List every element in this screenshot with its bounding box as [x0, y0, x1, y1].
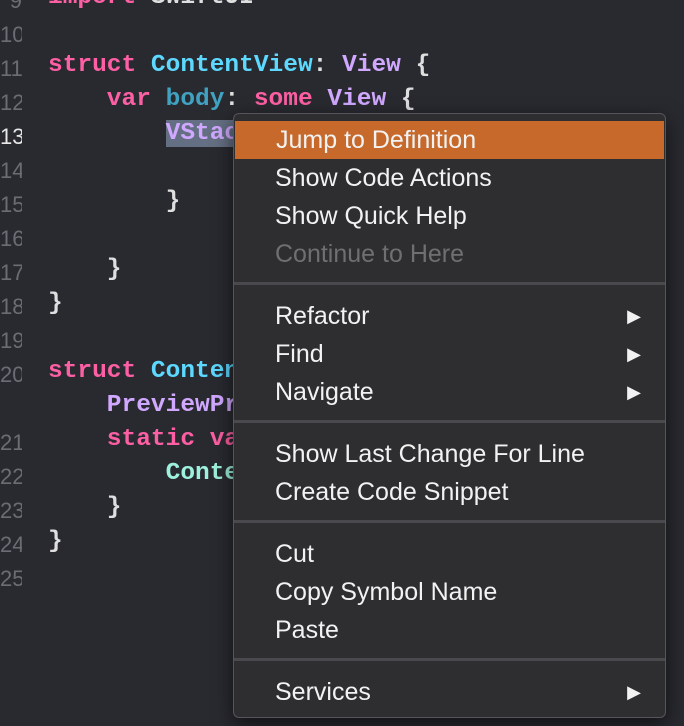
code-token: :	[312, 52, 343, 79]
code-line: VStack	[48, 120, 254, 147]
menu-item-label: Jump to Definition	[276, 126, 477, 154]
code-token: var	[48, 86, 151, 113]
line-number: 10	[0, 22, 22, 47]
line-number: 15	[0, 192, 22, 217]
code-token: ContentView	[150, 52, 313, 79]
menu-item-paste[interactable]: Paste	[234, 611, 665, 649]
menu-item-label: Show Code Actions	[275, 164, 492, 192]
menu-separator	[234, 282, 665, 285]
line-number: 19	[0, 328, 22, 353]
menu-item-label: Services	[275, 678, 371, 706]
menu-item-label: Copy Symbol Name	[275, 578, 498, 606]
menu-item-create-code-snippet[interactable]: Create Code Snippet	[234, 473, 665, 511]
code-token: struct	[48, 358, 137, 385]
menu-item-show-quick-help[interactable]: Show Quick Help	[234, 197, 665, 235]
line-number: 23	[0, 498, 22, 523]
line-number: 18	[0, 294, 22, 319]
code-line: static var	[48, 426, 254, 453]
code-token: View	[342, 52, 401, 79]
menu-item-continue-to-here: Continue to Here	[234, 235, 665, 273]
code-token: }	[48, 290, 63, 317]
menu-item-copy-symbol-name[interactable]: Copy Symbol Name	[234, 573, 665, 611]
code-token: }	[48, 494, 122, 521]
code-line: import SwiftUI	[48, 0, 254, 11]
menu-item-label: Paste	[275, 616, 339, 644]
menu-item-cut[interactable]: Cut	[234, 535, 665, 573]
code-token: static	[48, 426, 196, 453]
menu-item-label: Create Code Snippet	[275, 478, 509, 506]
line-number: 16	[0, 226, 22, 251]
code-line: }	[48, 256, 122, 283]
menu-item-label: Show Last Change For Line	[275, 440, 585, 468]
code-line: }	[48, 188, 181, 215]
menu-item-find[interactable]: Find ▶	[234, 335, 665, 373]
code-token: View	[327, 86, 387, 113]
code-token: SwiftUI	[136, 0, 254, 11]
code-line: }	[48, 290, 63, 317]
code-token: }	[48, 528, 63, 555]
line-number: 13	[0, 124, 22, 149]
code-token: {	[400, 52, 431, 79]
code-token: some	[253, 86, 313, 113]
menu-item-show-code-actions[interactable]: Show Code Actions	[234, 159, 665, 197]
code-token: import	[48, 0, 136, 11]
menu-separator	[234, 420, 665, 423]
submenu-arrow-icon: ▶	[627, 306, 641, 326]
line-number: 25	[0, 566, 22, 591]
code-token: }	[48, 188, 181, 215]
code-token: {	[386, 86, 416, 113]
code-line: }	[48, 528, 63, 555]
menu-item-label: Continue to Here	[275, 240, 465, 268]
context-menu: Jump to Definition Show Code Actions Show …	[233, 113, 666, 718]
code-token: :	[224, 86, 254, 113]
menu-item-label: Cut	[275, 540, 314, 568]
code-token: body	[165, 86, 225, 113]
submenu-arrow-icon: ▶	[627, 682, 641, 702]
line-number: 11	[0, 56, 22, 81]
menu-item-label: Find	[275, 340, 324, 368]
line-number: 21	[0, 430, 22, 455]
menu-item-navigate[interactable]: Navigate ▶	[234, 373, 665, 411]
menu-item-label: Navigate	[275, 378, 374, 406]
code-line: struct ContentView: View {	[48, 52, 430, 79]
line-number: 22	[0, 464, 22, 489]
line-number: 24	[0, 532, 22, 557]
code-token: }	[48, 256, 122, 283]
line-number: 14	[0, 158, 22, 183]
line-number: 12	[0, 90, 22, 115]
line-number: 9	[9, 0, 22, 13]
submenu-arrow-icon: ▶	[627, 382, 641, 402]
menu-item-services[interactable]: Services ▶	[234, 673, 665, 711]
menu-item-label: Show Quick Help	[275, 202, 467, 230]
code-token: struct	[48, 52, 137, 79]
code-line: var body: some View {	[48, 86, 416, 113]
line-number: 17	[0, 260, 22, 285]
menu-separator	[234, 520, 665, 523]
menu-item-show-last-change-for-line[interactable]: Show Last Change For Line	[234, 435, 665, 473]
code-line: }	[48, 494, 122, 521]
submenu-arrow-icon: ▶	[627, 344, 641, 364]
menu-separator	[234, 658, 665, 661]
menu-item-refactor[interactable]: Refactor ▶	[234, 297, 665, 335]
menu-item-jump-to-definition[interactable]: Jump to Definition	[235, 121, 664, 159]
line-number: 20	[0, 362, 22, 387]
menu-item-label: Refactor	[275, 302, 370, 330]
